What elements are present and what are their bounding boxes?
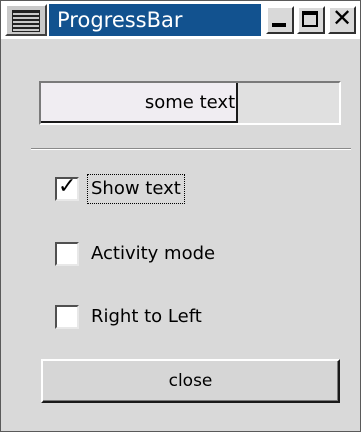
activity-mode-label[interactable]: Activity mode: [91, 241, 215, 267]
close-button[interactable]: close: [41, 359, 340, 403]
show-text-label[interactable]: Show text: [87, 174, 185, 204]
maximize-button[interactable]: [297, 6, 325, 34]
minimize-button[interactable]: [266, 6, 294, 34]
menu-lines-icon: [12, 10, 40, 32]
maximize-icon: [302, 11, 318, 27]
close-icon: ✕: [331, 4, 353, 32]
progress-text: some text: [144, 92, 236, 113]
window-close-button[interactable]: ✕: [328, 6, 356, 34]
progressbar-window: ProgressBar ✕ some text ✓ Show text Acti: [0, 0, 361, 432]
right-to-left-label[interactable]: Right to Left: [91, 304, 202, 330]
progress-bar: some text: [39, 81, 341, 125]
show-text-checkbox[interactable]: ✓: [55, 174, 79, 201]
right-to-left-checkbox[interactable]: [55, 305, 79, 329]
activity-mode-checkbox[interactable]: [55, 242, 79, 266]
separator: [31, 148, 351, 150]
check-icon: ✓: [58, 174, 77, 199]
dialog-content: some text ✓ Show text Activity mode Righ…: [9, 43, 352, 425]
window-menu-button[interactable]: [5, 4, 47, 36]
minimize-icon: [272, 23, 286, 27]
window-title: ProgressBar: [49, 4, 261, 36]
title-bar: ProgressBar ✕: [1, 1, 360, 39]
